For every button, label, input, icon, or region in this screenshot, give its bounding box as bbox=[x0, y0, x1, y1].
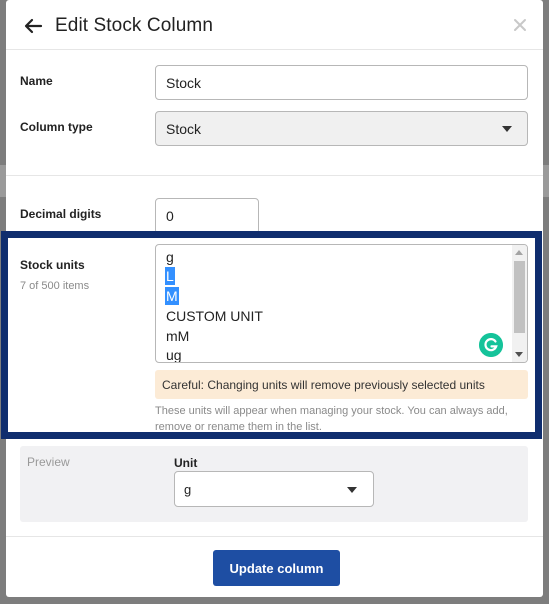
preview-panel: Preview Unit g bbox=[20, 446, 528, 522]
decimal-digits-label: Decimal digits bbox=[20, 207, 102, 221]
name-input[interactable]: Stock bbox=[155, 65, 528, 100]
scroll-down-icon[interactable] bbox=[515, 352, 523, 357]
grammarly-icon[interactable] bbox=[479, 333, 503, 357]
list-item[interactable]: g bbox=[166, 248, 174, 266]
footer-divider bbox=[6, 536, 543, 537]
units-help-text: These units will appear when managing yo… bbox=[155, 405, 508, 433]
units-warning: Careful: Changing units will remove prev… bbox=[155, 370, 528, 399]
decimal-digits-value: 0 bbox=[166, 208, 174, 224]
chevron-down-icon bbox=[347, 487, 357, 493]
decimal-digits-input[interactable]: 0 bbox=[155, 198, 259, 234]
scroll-up-icon[interactable] bbox=[515, 250, 523, 255]
stock-units-listbox[interactable]: g L M CUSTOM UNIT mM ug bbox=[155, 244, 528, 363]
column-type-value: Stock bbox=[166, 120, 202, 137]
list-item[interactable]: mM bbox=[166, 327, 189, 345]
section-divider bbox=[6, 175, 543, 176]
stock-units-label: Stock units bbox=[20, 258, 85, 272]
list-item[interactable]: ug bbox=[166, 346, 182, 362]
unit-value: g bbox=[184, 481, 192, 497]
column-type-label: Column type bbox=[20, 120, 93, 134]
list-item[interactable]: M bbox=[165, 287, 179, 305]
dialog-title: Edit Stock Column bbox=[55, 15, 213, 36]
name-value: Stock bbox=[166, 74, 202, 91]
name-label: Name bbox=[20, 74, 53, 88]
unit-select[interactable]: g bbox=[174, 471, 374, 507]
unit-label: Unit bbox=[174, 456, 198, 470]
list-item[interactable]: CUSTOM UNIT bbox=[166, 307, 263, 325]
update-column-button[interactable]: Update column bbox=[213, 550, 340, 586]
list-item[interactable]: L bbox=[165, 267, 175, 285]
dialog-header: Edit Stock Column bbox=[6, 0, 543, 50]
close-icon[interactable] bbox=[512, 17, 528, 33]
warning-text: Careful: Changing units will remove prev… bbox=[162, 377, 485, 392]
scrollbar-thumb[interactable] bbox=[514, 261, 525, 333]
listbox-scrollbar[interactable] bbox=[512, 245, 527, 362]
chevron-down-icon bbox=[502, 126, 512, 132]
preview-label: Preview bbox=[27, 455, 70, 469]
column-type-select[interactable]: Stock bbox=[155, 111, 528, 146]
back-arrow-icon[interactable] bbox=[22, 15, 44, 37]
stock-units-count: 7 of 500 items bbox=[20, 280, 90, 292]
